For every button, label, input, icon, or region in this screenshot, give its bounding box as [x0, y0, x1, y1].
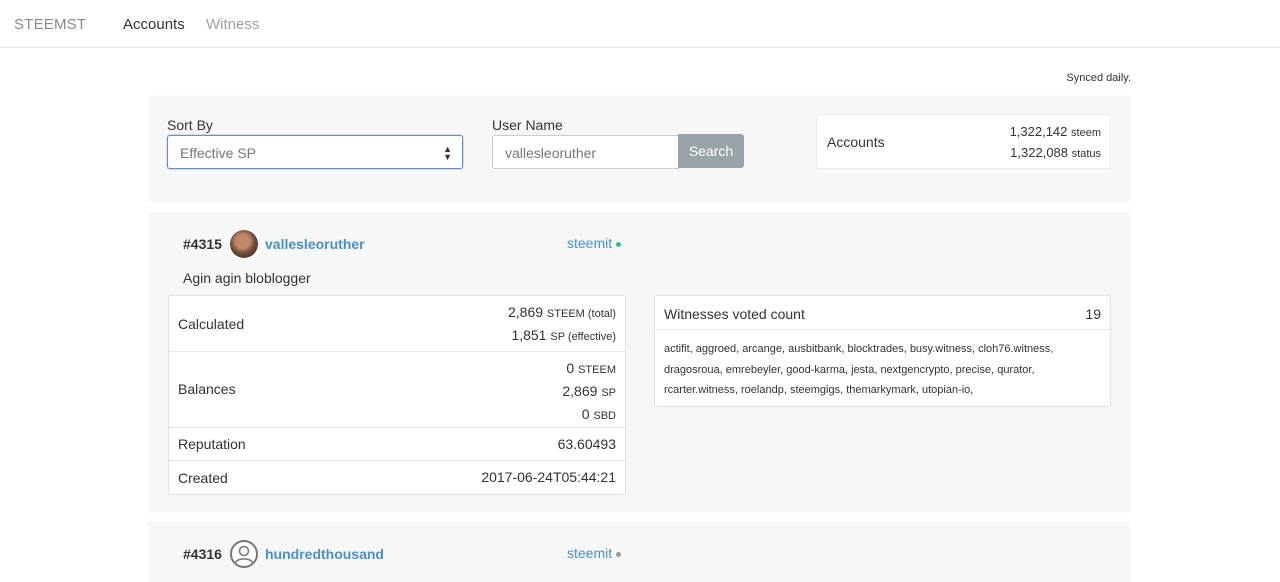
nav-accounts-link[interactable]: Accounts — [123, 16, 185, 33]
status-dot-icon — [616, 551, 622, 557]
calculated-row: Calculated 2,869 STEEM (total) 1,851 SP … — [169, 296, 625, 352]
steem-balance-value: 0 — [566, 360, 575, 376]
witnesses-count: 19 — [1085, 306, 1101, 322]
sort-by-value: Effective SP — [180, 145, 257, 161]
accounts-stats-box: Accounts 1,322,142 steem 1,322,088 statu… — [816, 114, 1111, 169]
account-rank: #4316 — [183, 546, 222, 562]
balances-label: Balances — [178, 381, 236, 397]
reputation-label: Reputation — [178, 436, 246, 452]
balances-values: 0 STEEM 2,869 SP 0 SBD — [562, 358, 616, 427]
steemit-link-text: steemit — [567, 545, 613, 561]
username-input-value: vallesleoruther — [505, 145, 597, 161]
steemit-link[interactable]: steemit — [567, 545, 622, 561]
steemit-link[interactable]: steemit — [567, 235, 622, 251]
status-count-unit: status — [1071, 148, 1101, 160]
account-username-link[interactable]: vallesleoruther — [265, 236, 365, 252]
synced-note: Synced daily. — [1066, 72, 1131, 84]
sort-by-select[interactable]: Effective SP ▲ ▼ — [167, 135, 463, 169]
steem-count-unit: steem — [1071, 127, 1101, 139]
reputation-row: Reputation 63.60493 — [169, 428, 625, 461]
calculated-label: Calculated — [178, 316, 245, 332]
search-button[interactable]: Search — [678, 134, 744, 168]
status-dot-icon — [616, 241, 622, 247]
effective-sp-unit: SP (effective) — [550, 331, 616, 343]
created-label: Created — [178, 470, 228, 486]
sbd-balance-unit: SBD — [593, 410, 616, 422]
brand-logo[interactable]: STEEMST — [14, 16, 86, 33]
created-row: Created 2017-06-24T05:44:21 — [169, 461, 625, 494]
reputation-value: 63.60493 — [557, 436, 616, 452]
sp-balance-value: 2,869 — [562, 383, 598, 399]
witnesses-box: Witnesses voted count 19 actifit, aggroe… — [654, 295, 1111, 407]
witnesses-header: Witnesses voted count 19 — [655, 296, 1110, 330]
created-value: 2017-06-24T05:44:21 — [481, 469, 616, 485]
accounts-stats-label: Accounts — [827, 134, 885, 150]
steem-balance-unit: STEEM — [578, 364, 616, 376]
top-navbar: STEEMST Accounts Witness — [0, 0, 1280, 48]
sp-balance-unit: SP — [601, 387, 616, 399]
status-count: 1,322,088 — [1010, 145, 1069, 160]
account-about: Agin agin bloblogger — [183, 270, 311, 286]
sort-by-label: Sort By — [167, 117, 213, 133]
search-panel: Sort By Effective SP ▲ ▼ User Name valles… — [148, 95, 1131, 203]
total-steem-unit: STEEM (total) — [546, 308, 616, 320]
account-info-table: Calculated 2,869 STEEM (total) 1,851 SP … — [168, 295, 626, 495]
status-count-line: 1,322,088 status — [1010, 145, 1101, 160]
sbd-balance-value: 0 — [581, 406, 590, 422]
calculated-values: 2,869 STEEM (total) 1,851 SP (effective) — [508, 302, 616, 348]
account-card: #4316 hundredthousand steemit — [148, 522, 1131, 582]
steem-count-line: 1,322,142 steem — [1010, 124, 1101, 139]
account-card: #4315 vallesleoruther steemit Agin agin … — [148, 212, 1131, 513]
username-input[interactable]: vallesleoruther — [492, 135, 679, 169]
witnesses-list: actifit, aggroed, arcange, ausbitbank, b… — [664, 343, 1054, 396]
select-arrows-icon: ▲ ▼ — [443, 144, 452, 162]
balances-row: Balances 0 STEEM 2,869 SP 0 SBD — [169, 352, 625, 428]
account-username-link[interactable]: hundredthousand — [265, 546, 384, 562]
avatar[interactable] — [230, 230, 258, 258]
witnesses-title: Witnesses voted count — [664, 306, 805, 322]
steem-count: 1,322,142 — [1009, 124, 1068, 139]
default-avatar-icon[interactable] — [230, 540, 258, 568]
steemit-link-text: steemit — [567, 235, 613, 251]
total-steem-value: 2,869 — [507, 304, 544, 320]
nav-witness-link[interactable]: Witness — [206, 16, 259, 33]
effective-sp-value: 1,851 — [511, 327, 547, 343]
username-label: User Name — [492, 117, 563, 133]
account-rank: #4315 — [183, 236, 222, 252]
